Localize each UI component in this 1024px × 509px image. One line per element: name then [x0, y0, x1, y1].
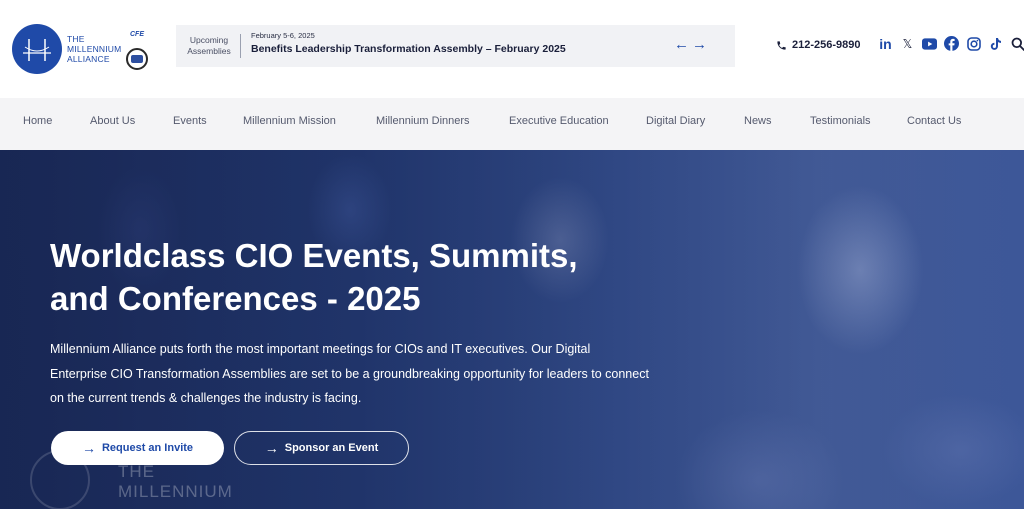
instagram-icon[interactable]	[966, 36, 981, 51]
nav-item-events[interactable]: Events	[173, 115, 207, 127]
nav-item-home[interactable]: Home	[23, 115, 52, 127]
main-navigation: Home About Us Events Millennium Mission …	[0, 98, 1024, 150]
phone-icon	[776, 40, 787, 51]
arrow-right-icon: →	[81, 440, 96, 456]
logo-line: MILLENNIUM	[67, 44, 122, 54]
x-icon[interactable]: 𝕏	[900, 36, 915, 51]
hero-title-line: Worldclass CIO Events, Summits,	[50, 237, 578, 274]
arrow-right-icon: →	[264, 440, 279, 456]
upcoming-assemblies-ticker: Upcoming Assemblies February 5-6, 2025 B…	[176, 25, 735, 67]
arrow-right-icon[interactable]: →	[692, 36, 707, 54]
social-links: in 𝕏	[878, 36, 1024, 52]
certification-badge-icon	[126, 48, 148, 70]
logo-line: THE	[67, 34, 85, 44]
cfe-badge: CFE	[126, 25, 148, 43]
ticker-date: February 5-6, 2025	[251, 31, 315, 40]
logo-wordmark: THE MILLENNIUM ALLIANCE	[67, 34, 121, 64]
partner-badges: CFE	[126, 25, 150, 70]
ticker-kind-label: Upcoming Assemblies	[185, 35, 233, 57]
search-icon[interactable]	[1010, 36, 1024, 51]
ticker-kind-line: Assemblies	[187, 46, 231, 56]
tiktok-icon[interactable]	[988, 36, 1003, 51]
hero-banner: THE MILLENNIUM Worldclass CIO Events, Su…	[0, 150, 1024, 509]
nav-item-millennium-dinners[interactable]: Millennium Dinners	[376, 115, 470, 127]
hero-description: Millennium Alliance puts forth the most …	[50, 342, 649, 405]
request-invite-label: Request an Invite	[101, 442, 194, 454]
ticker-divider	[240, 34, 241, 58]
nav-item-contact-us[interactable]: Contact Us	[907, 115, 961, 127]
sponsor-event-button[interactable]: → Sponsor an Event	[234, 431, 409, 465]
ticker-controls: ← →	[674, 36, 707, 54]
nav-item-executive-education[interactable]: Executive Education	[509, 115, 609, 127]
watermark-line: MILLENNIUM	[118, 482, 233, 501]
arrow-left-icon[interactable]: ←	[674, 36, 689, 54]
site-logo[interactable]: THE MILLENNIUM ALLIANCE	[12, 24, 121, 74]
watermark-line: THE	[118, 462, 155, 481]
nav-item-digital-diary[interactable]: Digital Diary	[646, 115, 705, 127]
ticker-event-link[interactable]: Benefits Leadership Transformation Assem…	[251, 43, 566, 55]
nav-item-millennium-mission[interactable]: Millennium Mission	[243, 115, 336, 127]
facebook-icon[interactable]	[944, 36, 959, 51]
sponsor-event-label: Sponsor an Event	[284, 442, 379, 454]
hero-title: Worldclass CIO Events, Summits, and Conf…	[50, 234, 650, 320]
hero-title-line: and Conferences - 2025	[50, 280, 421, 317]
youtube-icon[interactable]	[922, 36, 937, 51]
request-invite-button[interactable]: → Request an Invite	[51, 431, 224, 465]
logo-line: ALLIANCE	[67, 54, 110, 64]
logo-emblem-icon	[12, 24, 62, 74]
phone-number: 212-256-9890	[792, 39, 861, 51]
nav-item-about-us[interactable]: About Us	[90, 115, 135, 127]
site-header: THE MILLENNIUM ALLIANCE CFE Upcoming Ass…	[0, 0, 1024, 98]
phone-link[interactable]: 212-256-9890	[776, 39, 861, 51]
linkedin-icon[interactable]: in	[878, 36, 893, 52]
nav-item-testimonials[interactable]: Testimonials	[810, 115, 871, 127]
nav-item-news[interactable]: News	[744, 115, 772, 127]
hero-watermark: THE MILLENNIUM	[118, 462, 233, 502]
ticker-kind-line: Upcoming	[189, 35, 229, 45]
cfe-badge-label: CFE	[130, 30, 144, 38]
